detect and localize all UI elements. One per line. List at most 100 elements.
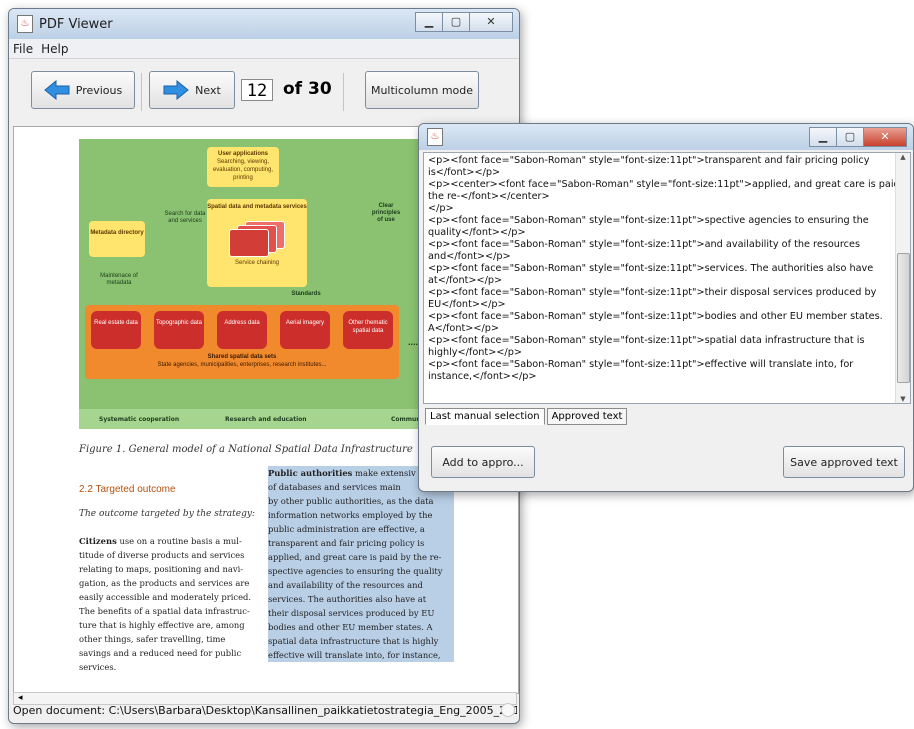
line-text: other things, safer travelling, time <box>79 634 226 644</box>
source-line: </p> <box>428 203 454 214</box>
text-line: effective will translate into, for insta… <box>268 648 454 662</box>
pdf-page: User applications Searching, viewing, ev… <box>64 127 459 687</box>
title-bar[interactable]: ♨ ▁ ▢ ✕ <box>419 124 913 150</box>
source-line: <p><font face="Sabon-Roman" style="font-… <box>428 263 874 274</box>
source-line: <p><font face="Sabon-Roman" style="font-… <box>428 335 865 346</box>
minimize-icon[interactable]: ▁ <box>415 12 443 32</box>
minimize-icon[interactable]: ▁ <box>809 127 837 147</box>
loading-indicator-icon <box>501 703 515 717</box>
standards-label: Standards <box>291 291 321 297</box>
tab-last-manual-selection[interactable]: Last manual selection <box>425 408 545 425</box>
line-text: public administration are effective, a <box>268 524 425 534</box>
previous-button[interactable]: Previous <box>31 71 135 109</box>
footer-systematic: Systematic cooperation <box>99 416 180 423</box>
html-text-area[interactable]: <p><font face="Sabon-Roman" style="font-… <box>423 152 911 404</box>
data-set-aerial: Aerial imagery <box>280 311 330 349</box>
figure-footer: Systematic cooperation Research and educ… <box>79 409 459 429</box>
toolbar-separator <box>343 73 344 111</box>
close-icon[interactable]: ✕ <box>863 127 907 147</box>
multicolumn-label: Multicolumn mode <box>370 83 474 97</box>
line-text: relating to maps, positioning and navi- <box>79 564 244 574</box>
save-approved-text-button[interactable]: Save approved text <box>783 446 905 478</box>
source-line: <p><font face="Sabon-Roman" style="font-… <box>428 239 861 250</box>
title-bar[interactable]: ♨ PDF Viewer ▁ ▢ ✕ <box>9 9 519 39</box>
text-line: Citizens use on a routine basis a mul- <box>79 534 256 548</box>
line-text: transparent and fair pricing policy is <box>268 538 425 548</box>
line-text: by other public authorities, as the data <box>268 496 434 506</box>
line-text: gation, as the products and services are <box>79 578 250 588</box>
previous-label: Previous <box>75 83 123 97</box>
text-line: public administration are effective, a <box>268 522 454 536</box>
source-line: EU</font></p> <box>428 299 506 310</box>
arrow-right-icon <box>163 80 189 100</box>
service-stack <box>227 215 287 257</box>
text-line: ture that is highly effective are, among <box>79 618 256 632</box>
save-approved-label: Save approved text <box>790 455 898 469</box>
text-line: applied, and great care is paid by the r… <box>268 550 454 564</box>
arrow-left-icon <box>43 80 70 100</box>
source-line: the re-</font></center> <box>428 191 550 202</box>
shared-title: Shared spatial data sets <box>207 354 277 360</box>
next-button[interactable]: Next <box>149 71 235 109</box>
text-line: relating to maps, positioning and navi- <box>79 562 256 576</box>
user-apps-box: User applications Searching, viewing, ev… <box>207 147 279 187</box>
source-line: at</font></p> <box>428 275 503 286</box>
scroll-down-icon[interactable]: ▼ <box>896 395 910 403</box>
tab-strip: Last manual selection Approved text <box>425 408 629 425</box>
menu-bar: File Help <box>9 39 519 59</box>
line-text: make extensiv <box>352 468 416 478</box>
bold-lead: Citizens <box>79 536 117 546</box>
tab-approved-text[interactable]: Approved text <box>546 408 628 425</box>
maximize-icon[interactable]: ▢ <box>442 12 470 32</box>
user-apps-body: Searching, viewing, evaluation, computin… <box>212 159 274 181</box>
maintenance-label: Maintenace of metadata <box>100 273 138 286</box>
page-count: of 30 <box>283 79 332 99</box>
line-text: ture that is highly effective are, among <box>79 620 245 630</box>
text-line: other things, safer travelling, time <box>79 632 256 646</box>
source-line: <p><center><font face="Sabon-Roman" styl… <box>428 179 911 190</box>
figure-caption: Figure 1. General model of a National Sp… <box>79 444 413 455</box>
text-line: spatial data infrastructure that is high… <box>268 634 454 648</box>
data-set-topographic: Topographic data <box>154 311 204 349</box>
text-line: information networks employed by the <box>268 508 454 522</box>
menu-file[interactable]: File <box>9 42 37 56</box>
scroll-thumb[interactable] <box>897 253 910 383</box>
vertical-scrollbar[interactable]: ▲ ▼ <box>895 153 910 403</box>
text-line: titude of diverse products and services <box>79 548 256 562</box>
section-heading: 2.2 Targeted outcome <box>79 484 176 495</box>
source-line: is</font></p> <box>428 167 501 178</box>
approved-text-window: ♨ ▁ ▢ ✕ <p><font face="Sabon-Roman" styl… <box>418 123 914 492</box>
spatial-services-title: Spatial data and metadata services <box>207 204 307 210</box>
maximize-icon[interactable]: ▢ <box>836 127 864 147</box>
line-text: information networks employed by the <box>268 510 433 520</box>
close-icon[interactable]: ✕ <box>469 12 513 32</box>
text-line: their disposal services produced by EU <box>268 606 454 620</box>
clear-principles-label: Clear principles of use <box>371 203 401 223</box>
toolbar-separator <box>141 73 142 111</box>
text-line: gation, as the products and services are <box>79 576 256 590</box>
data-set-address: Address data <box>217 311 267 349</box>
text-line: services. <box>79 660 256 674</box>
shared-data-sets-box: Real estate data Topographic data Addres… <box>85 305 399 379</box>
status-bar: Open document: C:\Users\Barbara\Desktop\… <box>13 704 517 717</box>
line-text: use on a routine basis a mul- <box>116 536 242 546</box>
text-line: spective agencies to ensuring the qualit… <box>268 564 454 578</box>
left-text-column: Citizens use on a routine basis a mul-ti… <box>79 534 256 674</box>
window-controls: ▁ ▢ ✕ <box>415 12 513 32</box>
right-text-column-selected[interactable]: Public authorities make extensiv of datab… <box>268 466 454 662</box>
java-icon: ♨ <box>17 15 33 33</box>
page-number-input[interactable]: 12 <box>241 79 273 101</box>
source-line: <p><font face="Sabon-Roman" style="font-… <box>428 287 877 298</box>
text-line: by other public authorities, as the data <box>268 494 454 508</box>
text-line: transparent and fair pricing policy is <box>268 536 454 550</box>
bold-lead: Public authorities <box>268 468 353 478</box>
java-icon: ♨ <box>427 128 443 146</box>
multicolumn-mode-button[interactable]: Multicolumn mode <box>365 71 479 109</box>
source-line: and</font></p> <box>428 251 511 262</box>
line-text: The benefits of a spatial data infrastru… <box>79 606 250 616</box>
add-to-approved-button[interactable]: Add to appro... <box>431 446 535 478</box>
menu-help[interactable]: Help <box>37 42 72 56</box>
scroll-up-icon[interactable]: ▲ <box>896 153 910 161</box>
line-text: their disposal services produced by EU <box>268 608 435 618</box>
text-line: easily accessible and moderately priced. <box>79 590 256 604</box>
